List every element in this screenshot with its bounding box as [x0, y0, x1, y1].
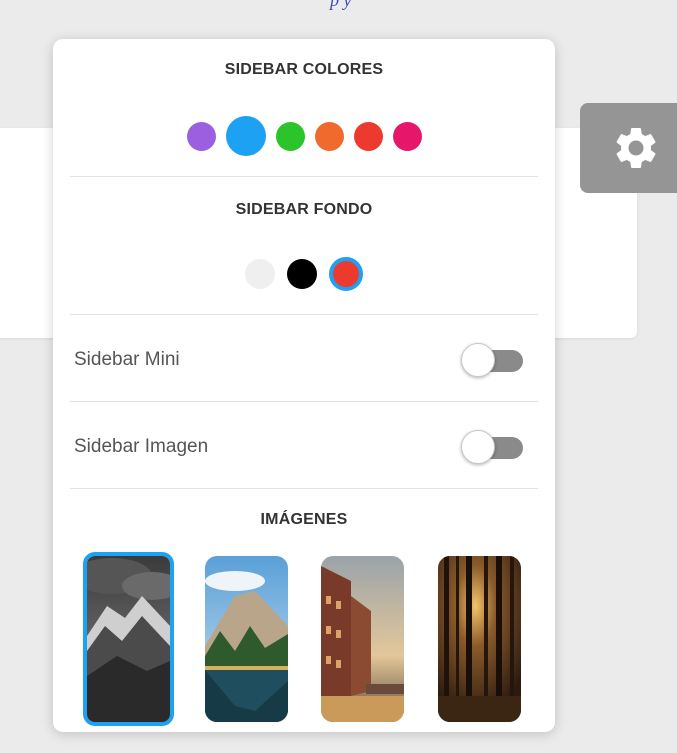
settings-toggle-button[interactable]: [580, 103, 677, 193]
image-option-forest-sunset[interactable]: [438, 556, 521, 722]
sidebar-color-options: [53, 116, 555, 156]
divider: [70, 314, 538, 315]
color-option-blue[interactable]: [225, 116, 266, 156]
divider: [70, 488, 538, 489]
toggle-knob: [461, 343, 495, 377]
forest-sunset-image: [438, 556, 521, 722]
sidebar-image-label: Sidebar Imagen: [74, 436, 209, 457]
snowy-mountain-image: [87, 556, 170, 722]
divider: [70, 401, 538, 402]
images-title: IMÁGENES: [260, 511, 348, 528]
canal-city-image: [321, 556, 404, 722]
sidebar-background-title: SIDEBAR FONDO: [235, 201, 373, 218]
sidebar-mini-label: Sidebar Mini: [74, 349, 180, 370]
image-option-lake-forest-mountain[interactable]: [205, 556, 288, 722]
color-option-red[interactable]: [353, 121, 383, 151]
color-option-pink[interactable]: [392, 121, 422, 151]
sidebar-colors-title: SIDEBAR COLORES: [224, 61, 384, 78]
divider: [70, 176, 538, 177]
color-option-purple[interactable]: [186, 121, 216, 151]
settings-panel: SIDEBAR COLORES SIDEBAR FONDO Sidebar Mi…: [53, 39, 555, 732]
background-option-red[interactable]: [329, 257, 363, 291]
image-option-canal-city[interactable]: [321, 556, 404, 722]
toggle-knob: [461, 430, 495, 464]
image-option-snowy-mountain[interactable]: [83, 552, 174, 726]
gear-icon: [616, 127, 655, 168]
background-option-black[interactable]: [287, 259, 317, 289]
background-option-white[interactable]: [245, 259, 275, 289]
lake-forest-image: [205, 556, 288, 722]
sidebar-background-options: [53, 257, 555, 291]
sidebar-image-options: [81, 551, 531, 726]
sidebar-mini-toggle[interactable]: [461, 343, 525, 377]
color-option-green[interactable]: [275, 121, 305, 151]
color-option-orange[interactable]: [314, 121, 344, 151]
partial-header-text: p y: [330, 0, 352, 10]
sidebar-image-toggle[interactable]: [461, 430, 525, 464]
